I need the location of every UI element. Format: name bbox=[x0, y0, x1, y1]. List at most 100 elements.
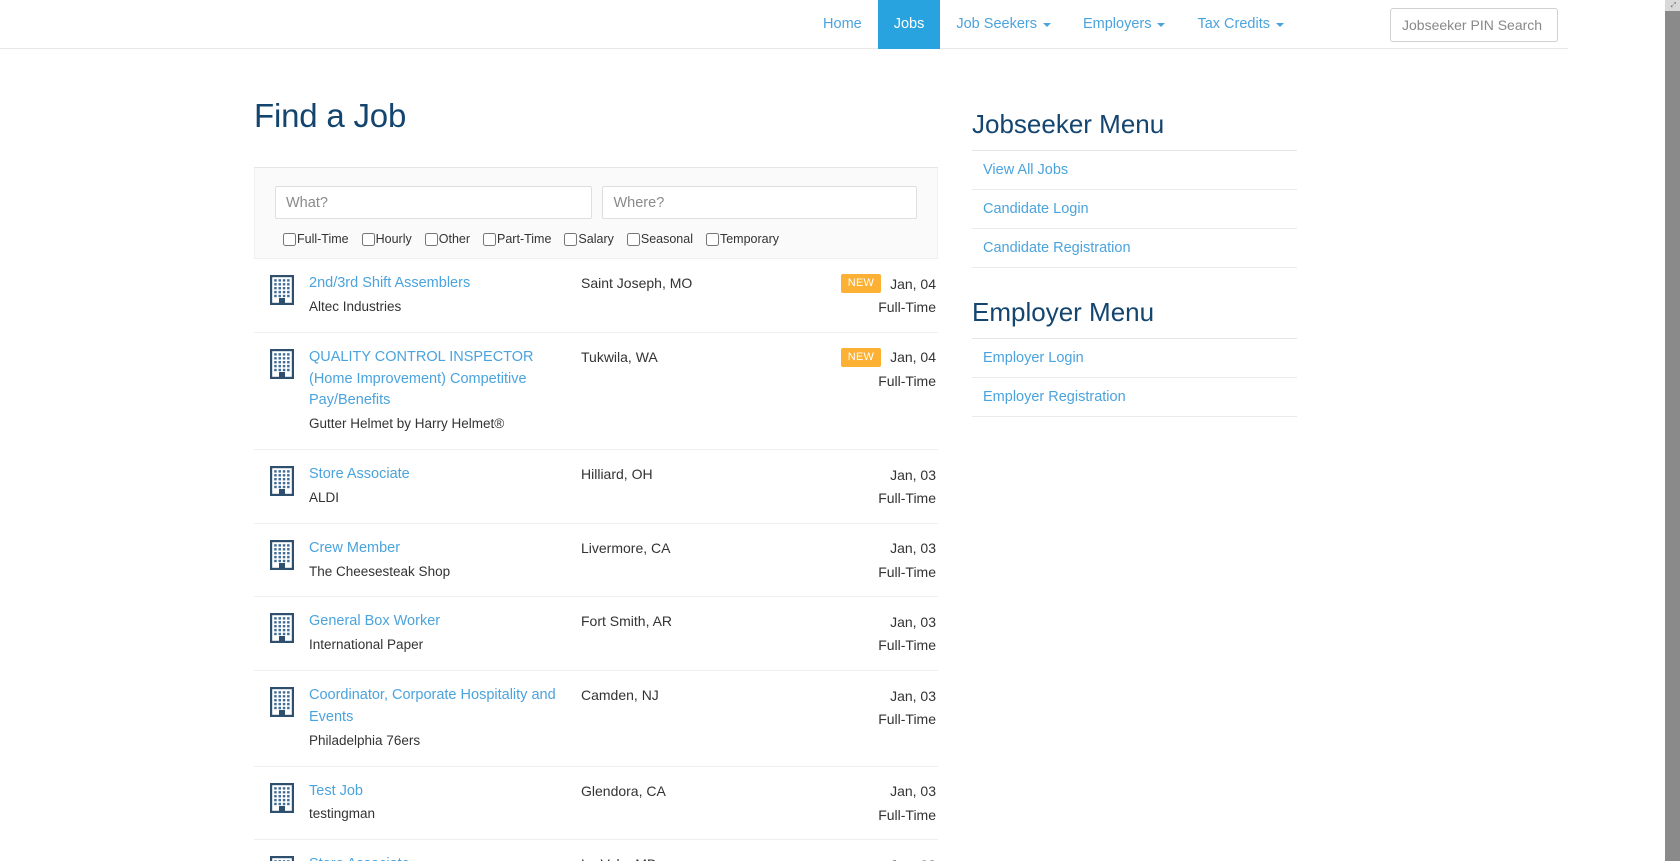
filter-label: Part-Time bbox=[497, 232, 552, 247]
sidebar-item-employer-registration[interactable]: Employer Registration bbox=[972, 378, 1297, 416]
nav-item-tax-credits[interactable]: Tax Credits bbox=[1181, 0, 1300, 49]
nav-link[interactable]: Tax Credits bbox=[1181, 0, 1300, 49]
job-title-link[interactable]: QUALITY CONTROL INSPECTOR (Home Improvem… bbox=[309, 347, 581, 412]
job-meta-top-line: Jan, 03 bbox=[811, 686, 936, 705]
job-posted-date: Jan, 03 bbox=[890, 540, 936, 557]
nav-link[interactable]: Employers bbox=[1067, 0, 1182, 49]
job-list-item: Test Job testingman Glendora, CA Jan, 03 Ful… bbox=[254, 767, 938, 841]
job-list-item: 2nd/3rd Shift Assemblers Altec Industries… bbox=[254, 259, 938, 333]
building-icon bbox=[269, 782, 294, 813]
job-posted-date: Jan, 03 bbox=[890, 687, 936, 704]
sidebar-item-view-all-jobs[interactable]: View All Jobs bbox=[972, 151, 1297, 189]
job-posted-date: Jan, 04 bbox=[890, 275, 936, 292]
filter-checkbox[interactable] bbox=[483, 232, 497, 246]
new-badge: NEW bbox=[840, 347, 882, 367]
nav-item-home[interactable]: Home bbox=[807, 0, 878, 49]
filter-part-time[interactable]: Part-Time bbox=[483, 232, 551, 246]
scrollbar-track-top[interactable]: ⤢ bbox=[1665, 0, 1680, 11]
job-employment-type: Full-Time bbox=[878, 299, 936, 316]
job-meta-top-line: NEW Jan, 04 bbox=[811, 347, 936, 367]
job-list-item: QUALITY CONTROL INSPECTOR (Home Improvem… bbox=[254, 333, 938, 451]
job-location: Fort Smith, AR bbox=[581, 613, 673, 630]
sidebar-column: Jobseeker Menu View All Jobs Candidate Lo… bbox=[972, 98, 1302, 861]
jobseeker-menu-list: View All Jobs Candidate Login Candidate Re… bbox=[972, 151, 1297, 268]
job-meta-cell: NEW Jan, 04 Full-Time bbox=[811, 273, 938, 315]
job-meta-cell: Jan, 03Full-Time bbox=[811, 854, 938, 861]
sidebar-item-employer-login[interactable]: Employer Login bbox=[972, 339, 1297, 377]
nav-item-label: Job Seekers bbox=[956, 16, 1037, 33]
building-icon bbox=[269, 687, 294, 718]
job-meta-cell: Jan, 03Full-Time bbox=[811, 464, 938, 507]
job-company-name: International Paper bbox=[309, 637, 424, 653]
filter-hourly[interactable]: Hourly bbox=[361, 232, 412, 246]
chevron-down-icon bbox=[1276, 22, 1284, 27]
filter-label: Salary bbox=[578, 232, 614, 247]
search-fields-row bbox=[275, 186, 917, 220]
nav-link[interactable]: Job Seekers bbox=[940, 0, 1067, 49]
job-list-item: Store Associate ALDI Hilliard, OH Jan, 03 Fu… bbox=[254, 450, 938, 524]
job-icon-cell bbox=[254, 854, 309, 861]
job-title-link[interactable]: Crew Member bbox=[309, 538, 400, 560]
filter-label: Temporary bbox=[719, 232, 780, 247]
job-search-panel: Full-Time Hourly Other Part-Time Salary Seaso… bbox=[254, 168, 938, 260]
job-company-name: Gutter Helmet by Harry Helmet® bbox=[309, 416, 505, 432]
employer-menu-list: Employer Login Employer Registration bbox=[972, 339, 1297, 417]
window-scrollbar[interactable] bbox=[1665, 0, 1680, 861]
filter-checkbox[interactable] bbox=[283, 232, 296, 246]
nav-item-label: Employers bbox=[1082, 16, 1152, 33]
job-location: Glendora, CA bbox=[581, 782, 666, 799]
sidebar-item-candidate-registration[interactable]: Candidate Registration bbox=[972, 229, 1297, 267]
filter-checkbox[interactable] bbox=[361, 232, 375, 246]
filter-checkbox[interactable] bbox=[626, 232, 640, 246]
job-list-item: Crew Member The Cheesesteak Shop Livermore… bbox=[254, 524, 938, 598]
sidebar-list-item: View All Jobs bbox=[972, 151, 1297, 190]
chevron-down-icon bbox=[1157, 22, 1166, 27]
filter-checkbox[interactable] bbox=[424, 232, 438, 246]
sidebar-list-item: Employer Registration bbox=[972, 378, 1297, 417]
job-employment-type: Full-Time bbox=[878, 806, 936, 823]
job-title-link[interactable]: Store Associate bbox=[309, 464, 410, 486]
job-meta-cell: Jan, 03Full-Time bbox=[811, 538, 938, 580]
job-meta-top-line: Jan, 03 bbox=[811, 612, 936, 631]
job-location: Livermore, CA bbox=[581, 539, 671, 556]
job-text-cell: Coordinator, Corporate Hospitality and E… bbox=[309, 685, 581, 751]
nav-link[interactable]: Jobs bbox=[877, 0, 941, 49]
nav-item-label: Home bbox=[823, 16, 862, 33]
filter-checkbox[interactable] bbox=[705, 232, 719, 246]
search-what-input[interactable] bbox=[275, 186, 593, 220]
nav-item-job-seekers[interactable]: Job Seekers bbox=[940, 0, 1067, 49]
filter-salary[interactable]: Salary bbox=[564, 232, 614, 247]
building-icon bbox=[269, 613, 294, 644]
search-where-input[interactable] bbox=[602, 186, 917, 220]
nav-item-jobs[interactable]: Jobs bbox=[877, 0, 941, 49]
jobseeker-pin-search-input[interactable] bbox=[1390, 8, 1558, 42]
filter-checkbox[interactable] bbox=[564, 232, 578, 246]
job-employment-type: Full-Time bbox=[878, 711, 936, 728]
job-location: Saint Joseph, MO bbox=[581, 275, 693, 292]
filter-temporary[interactable]: Temporary bbox=[705, 232, 780, 247]
sidebar-item-candidate-login[interactable]: Candidate Login bbox=[972, 190, 1297, 228]
page-content: Find a Job Full-Time Hourly Other Part-Time… bbox=[0, 49, 1568, 861]
main-column: Find a Job Full-Time Hourly Other Part-Time… bbox=[254, 97, 944, 861]
filter-full-time[interactable]: Full-Time bbox=[283, 232, 349, 246]
job-company-name: testingman bbox=[309, 806, 376, 822]
job-icon-cell bbox=[254, 538, 309, 570]
job-type-filter-row: Full-Time Hourly Other Part-Time Salary Seaso… bbox=[275, 232, 917, 246]
job-title-link[interactable]: Test Job bbox=[309, 781, 363, 803]
job-text-cell: Test Job testingman bbox=[309, 781, 581, 826]
job-location: Tukwila, WA bbox=[581, 348, 658, 365]
job-title-link[interactable]: Store Associate bbox=[309, 854, 410, 861]
filter-seasonal[interactable]: Seasonal bbox=[626, 232, 693, 246]
filter-label: Full-Time bbox=[297, 232, 349, 247]
filter-other[interactable]: Other bbox=[424, 232, 471, 247]
job-meta-top-line: Jan, 03 bbox=[811, 539, 936, 558]
nav-item-employers[interactable]: Employers bbox=[1067, 0, 1182, 49]
job-title-link[interactable]: Coordinator, Corporate Hospitality and E… bbox=[309, 685, 581, 729]
job-title-link[interactable]: General Box Worker bbox=[309, 611, 440, 633]
filter-label: Other bbox=[438, 232, 471, 247]
nav-link[interactable]: Home bbox=[807, 0, 878, 49]
nav-link-list: Home Jobs Job Seekers Employers Tax Credits bbox=[807, 0, 1300, 49]
job-title-link[interactable]: 2nd/3rd Shift Assemblers bbox=[309, 273, 470, 295]
nav-item-label: Tax Credits bbox=[1197, 16, 1270, 33]
job-employment-type: Full-Time bbox=[878, 372, 936, 389]
